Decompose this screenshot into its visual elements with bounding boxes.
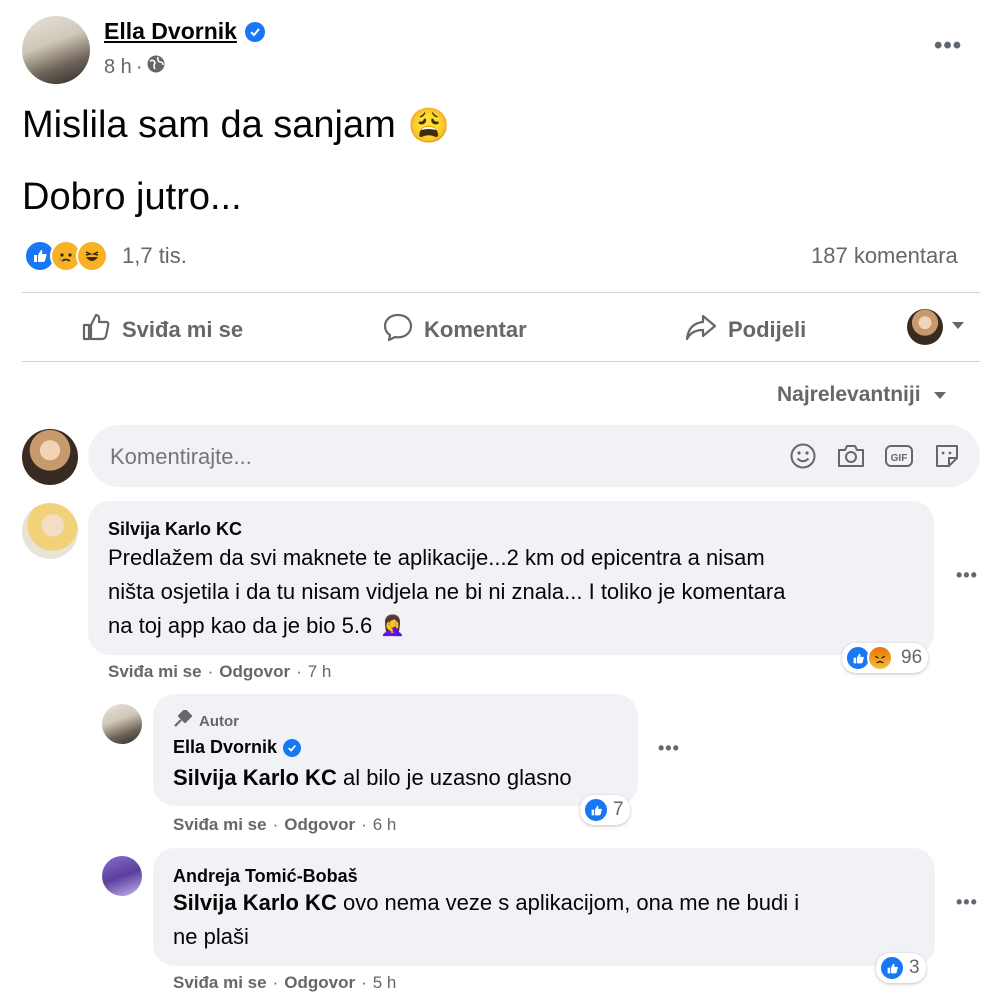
comment-input[interactable] (108, 439, 772, 475)
comment-text-line: Predlažem da svi maknete te aplikacije..… (108, 545, 765, 570)
reply-avatar[interactable] (102, 856, 142, 896)
author-avatar[interactable] (22, 16, 90, 84)
reply-avatar[interactable] (102, 704, 142, 744)
like-icon (583, 797, 609, 823)
facepalm-emoji: 🤦‍♀️ (380, 615, 406, 637)
comment-count[interactable]: 187 komentara (811, 243, 958, 269)
verified-icon (244, 21, 265, 42)
reply-time[interactable]: 5 h (373, 973, 397, 993)
post-text-line2: Dobro jutro... (22, 176, 242, 218)
reply-bubble: Autor Ella Dvornik Silvija Karlo KC al b… (153, 694, 638, 806)
sticker-icon[interactable] (932, 441, 962, 471)
verified-icon (283, 738, 302, 757)
post-options-button[interactable]: ••• (934, 32, 962, 60)
globe-icon (146, 54, 166, 80)
speech-bubble-icon (382, 311, 414, 349)
comment-composer[interactable]: GIF (88, 425, 980, 487)
like-label: Sviđa mi se (122, 317, 244, 342)
reaction-count: 3 (909, 957, 920, 978)
reaction-summary[interactable]: 1,7 tis. (24, 240, 187, 272)
reply-text: al bilo je uzasno glasno (336, 765, 572, 790)
angry-icon (867, 645, 893, 671)
reaction-count: 7 (613, 799, 624, 820)
reaction-count: 1,7 tis. (122, 243, 187, 268)
caret-down-icon (933, 383, 947, 407)
comment-label: Komentar (424, 317, 527, 342)
reply-options-button[interactable]: ••• (658, 738, 680, 759)
reply-author-name[interactable]: Andreja Tomić-Bobaš (173, 866, 358, 887)
reply-reactions[interactable]: 3 (876, 953, 926, 983)
sort-dropdown[interactable]: Najrelevantniji (777, 383, 947, 407)
commenter-name[interactable]: Silvija Karlo KC (108, 519, 242, 540)
sort-label: Najrelevantniji (777, 383, 921, 406)
like-button[interactable]: Sviđa mi se (80, 311, 243, 349)
comment-reactions[interactable]: 96 (842, 643, 929, 673)
gif-icon[interactable]: GIF (884, 441, 914, 471)
post-text-line1: Mislila sam da sanjam (22, 104, 396, 146)
reply-text: ovo nema veze s aplikacijom, ona me ne b… (336, 890, 800, 915)
reaction-profile-selector[interactable] (907, 309, 965, 345)
emoji-icon[interactable] (788, 441, 818, 471)
comment-like-button[interactable]: Sviđa mi se (108, 662, 202, 682)
author-name[interactable]: Ella Dvornik (104, 18, 237, 45)
camera-icon[interactable] (836, 441, 866, 471)
meta-separator: · (135, 55, 143, 78)
author-badge-icon (173, 708, 193, 732)
reply-bubble: Andreja Tomić-Bobaš Silvija Karlo KC ovo… (153, 848, 935, 966)
reply-time[interactable]: 6 h (373, 815, 397, 835)
reply-author-name[interactable]: Ella Dvornik (173, 737, 277, 758)
current-user-avatar[interactable] (22, 429, 78, 485)
comment-reply-button[interactable]: Odgovor (219, 662, 290, 682)
reply-reactions[interactable]: 7 (580, 795, 630, 825)
reply-like-button[interactable]: Sviđa mi se (173, 973, 267, 993)
reply-reply-button[interactable]: Odgovor (284, 815, 355, 835)
mention-link[interactable]: Silvija Karlo KC (173, 765, 337, 790)
comment-bubble: Silvija Karlo KC Predlažem da svi maknet… (88, 501, 934, 655)
reply-reply-button[interactable]: Odgovor (284, 973, 355, 993)
reply-options-button[interactable]: ••• (956, 892, 978, 913)
comment-text-line: na toj app kao da je bio 5.6 (108, 613, 373, 638)
caret-down-icon (951, 318, 965, 336)
reply-like-button[interactable]: Sviđa mi se (173, 815, 267, 835)
share-label: Podijeli (728, 317, 807, 342)
user-avatar-small (907, 309, 943, 345)
comment-button[interactable]: Komentar (382, 311, 527, 349)
haha-icon (76, 240, 108, 272)
reaction-count: 96 (901, 647, 923, 668)
thumbs-up-icon (80, 311, 112, 349)
mention-link[interactable]: Silvija Karlo KC (173, 890, 337, 915)
comment-text-line: ništa osjetila i da tu nisam vidjela ne … (108, 579, 786, 604)
commenter-avatar[interactable] (22, 503, 78, 559)
author-badge: Autor (199, 712, 239, 730)
weary-emoji: 😩 (407, 106, 451, 145)
share-arrow-icon (684, 311, 718, 349)
reply-text-line2: ne plaši (173, 924, 249, 949)
comment-options-button[interactable]: ••• (956, 565, 978, 586)
share-button[interactable]: Podijeli (684, 311, 806, 349)
svg-text:GIF: GIF (891, 453, 908, 464)
comment-time[interactable]: 7 h (308, 662, 332, 682)
like-icon (879, 955, 905, 981)
post-time[interactable]: 8 h (104, 56, 132, 79)
